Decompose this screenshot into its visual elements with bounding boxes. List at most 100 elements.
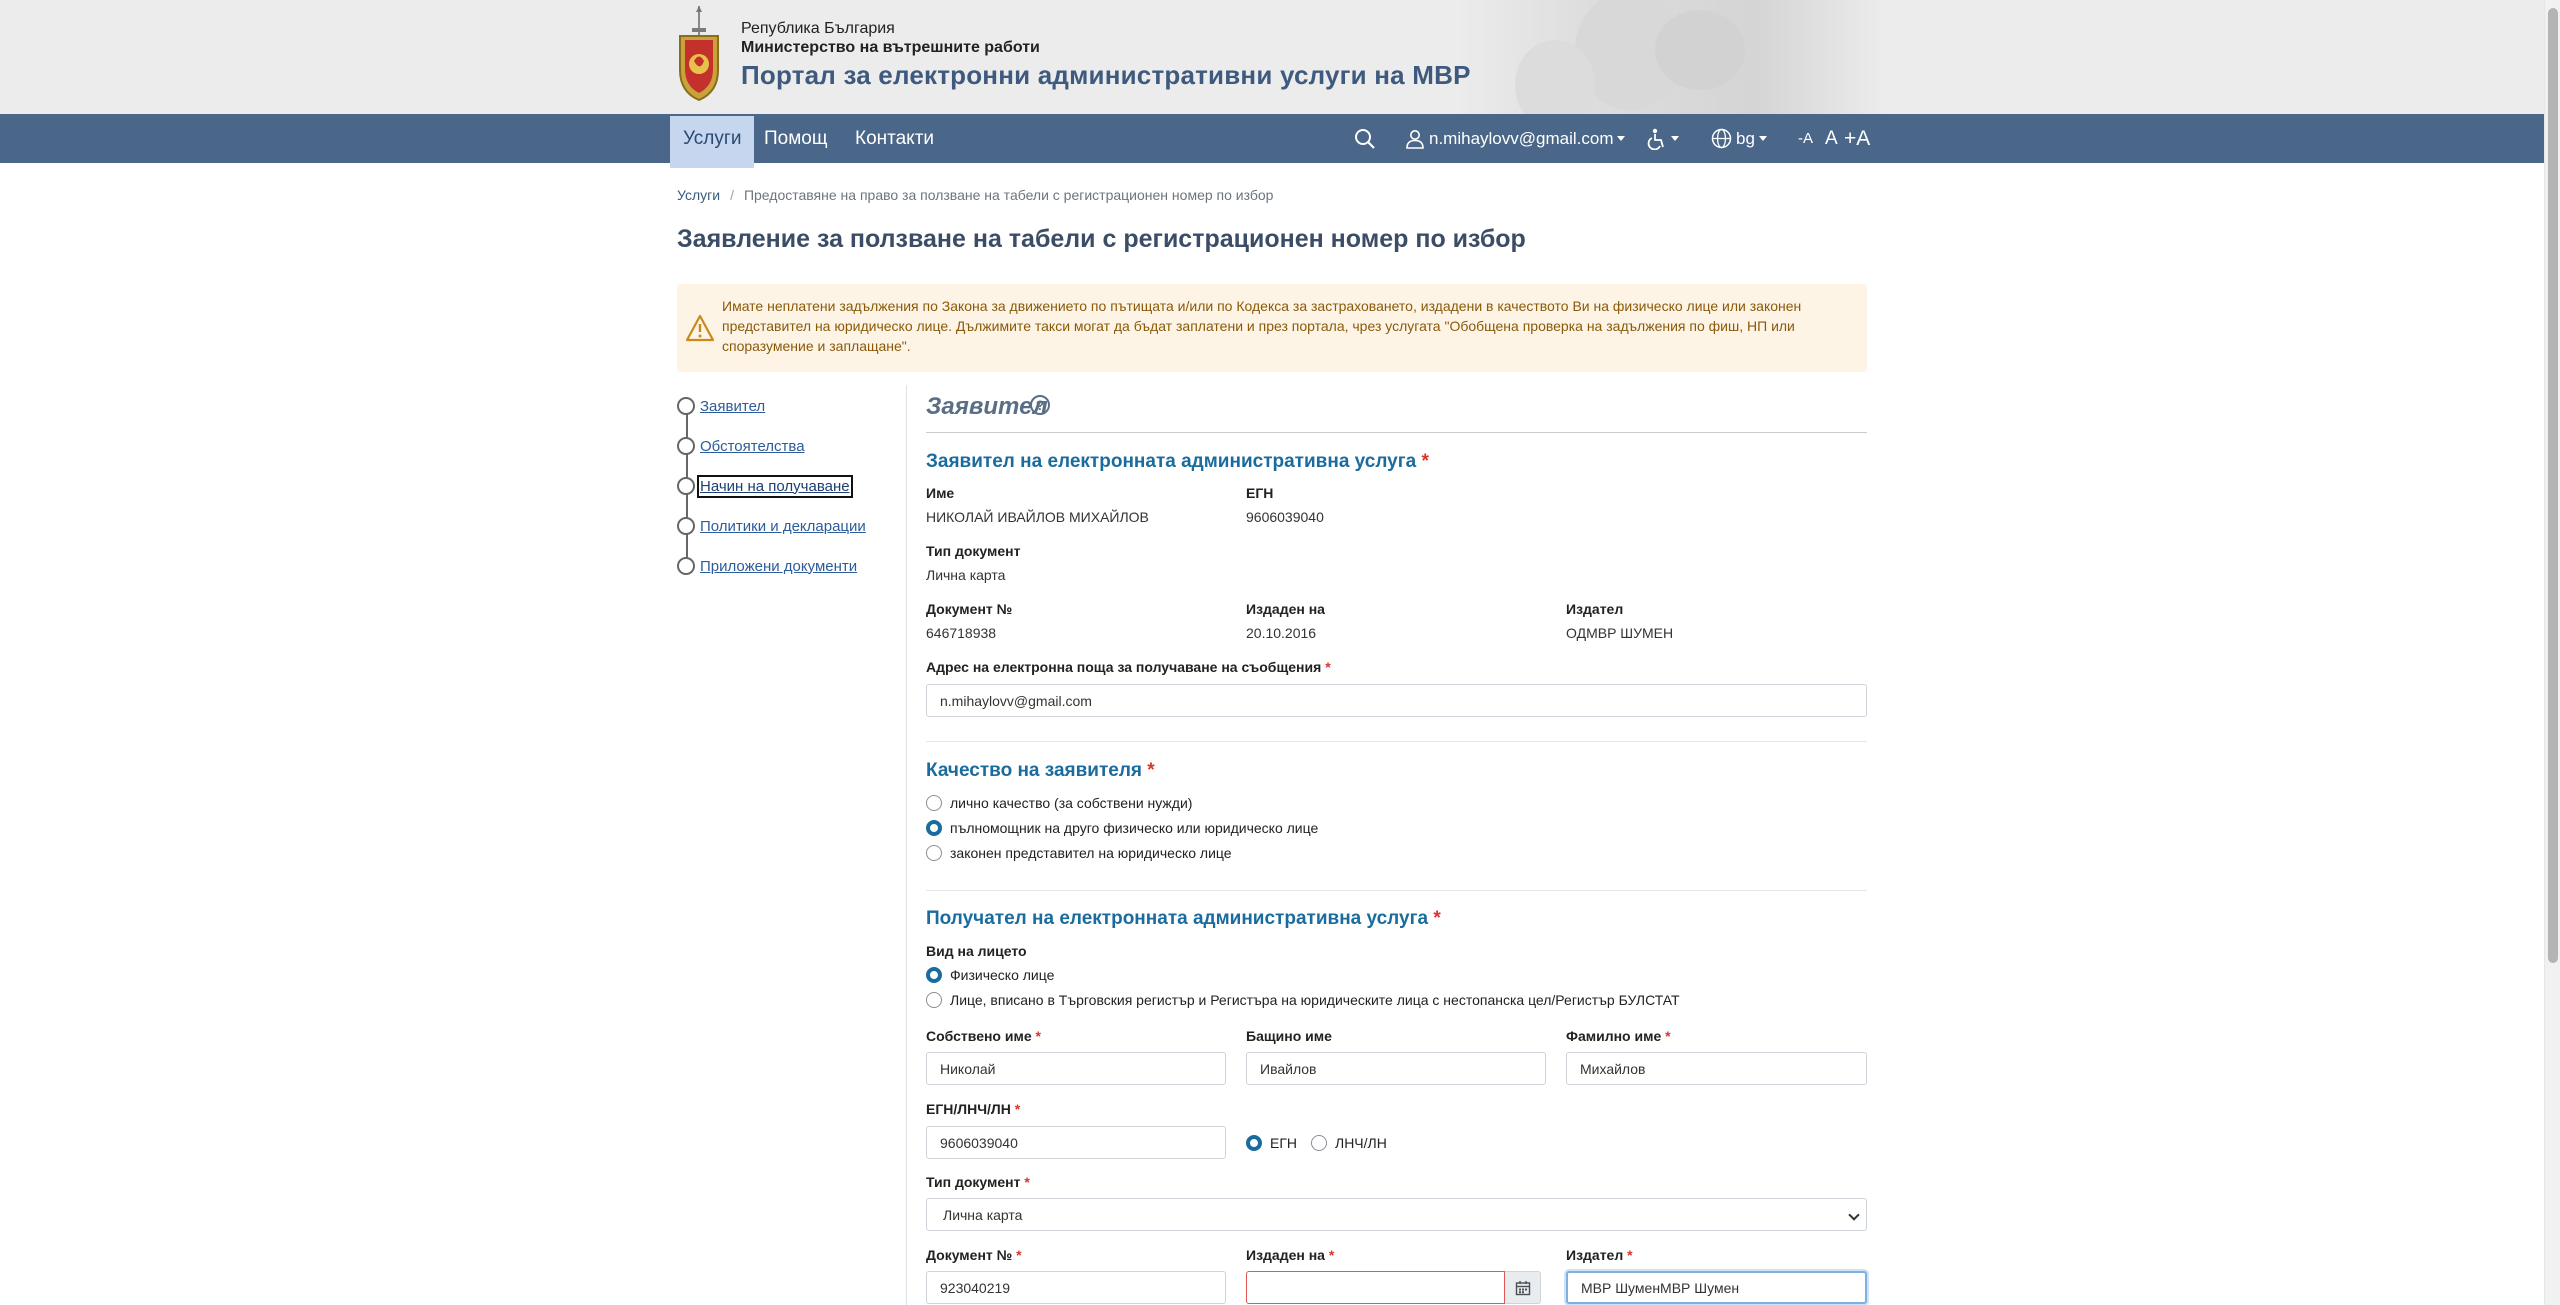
doc-type-value: Лична карта — [926, 567, 1006, 583]
globe-icon — [1711, 128, 1732, 149]
divider — [926, 890, 1867, 891]
radio-button-selected[interactable] — [1246, 1135, 1262, 1151]
chevron-down-icon — [1617, 136, 1626, 141]
quality-heading: Качество на заявителя * — [926, 760, 1155, 781]
divider — [926, 741, 1867, 742]
email-field[interactable]: n.mihaylovv@gmail.com — [926, 684, 1867, 717]
country-name: Република България — [741, 20, 895, 37]
nav-contacts[interactable]: Контакти — [855, 114, 934, 163]
middle-name-label: Бащино име — [1246, 1028, 1332, 1044]
kind-option-legal-entity[interactable]: Лице, вписано в Търговския регистър и Ре… — [926, 992, 1680, 1008]
page-scrollbar[interactable] — [2544, 0, 2560, 1305]
chevron-down-icon — [1671, 136, 1679, 141]
calendar-button[interactable] — [1505, 1271, 1541, 1304]
id-type-lnch[interactable]: ЛНЧ/ЛН — [1311, 1135, 1387, 1151]
quality-option-personal[interactable]: лично качество (за собствени нужди) — [926, 795, 1192, 811]
calendar-icon — [1515, 1280, 1530, 1295]
font-increase-button[interactable]: +A — [1844, 114, 1870, 163]
id-field[interactable]: 9606039040 — [926, 1126, 1226, 1159]
user-icon — [1406, 129, 1424, 149]
step-circle — [677, 557, 695, 575]
first-name-label: Собствено име * — [926, 1028, 1041, 1044]
breadcrumb-services-link[interactable]: Услуги — [677, 187, 720, 203]
issuer-value: ОДМВР ШУМЕН — [1566, 625, 1674, 641]
radio-button[interactable] — [1311, 1135, 1327, 1151]
ministry-name: Министерство на вътрешните работи — [741, 39, 1040, 56]
recipient-issuer-label: Издател * — [1566, 1247, 1633, 1263]
brand-block: Република България Министерство на вътре… — [741, 19, 1471, 93]
doc-no-value: 646718938 — [926, 625, 997, 641]
issuer-field[interactable]: МВР ШуменМВР Шумен — [1566, 1271, 1867, 1304]
section-divider — [926, 432, 1867, 433]
nav-services[interactable]: Услуги — [670, 116, 755, 168]
name-label: Име — [926, 485, 955, 501]
id-label: ЕГН/ЛНЧ/ЛН * — [926, 1101, 1021, 1117]
radio-button-selected[interactable] — [926, 820, 942, 836]
alert-text: Имате неплатени задължения по Закона за … — [722, 298, 1802, 354]
id-type-egn[interactable]: ЕГН — [1246, 1135, 1297, 1151]
doc-no-field[interactable]: 923040219 — [926, 1271, 1226, 1304]
main-navbar: Услуги Помощ Контакти n.mihaylovv@gmail.… — [0, 114, 2544, 168]
chevron-down-icon — [1848, 1209, 1860, 1221]
first-name-field[interactable]: Николай — [926, 1052, 1226, 1085]
portal-title[interactable]: Портал за електронни административни усл… — [741, 57, 1471, 93]
step-circle — [677, 397, 695, 415]
egn-value: 9606039040 — [1246, 509, 1324, 525]
step-circumstances[interactable]: Обстоятелства — [677, 434, 805, 458]
doc-type-select[interactable]: Лична карта — [926, 1198, 1867, 1231]
font-normal-button[interactable]: A — [1825, 114, 1838, 163]
egn-label: ЕГН — [1246, 485, 1274, 501]
site-header: Република България Министерство на вътре… — [0, 0, 2544, 114]
radio-button[interactable] — [926, 992, 942, 1008]
breadcrumb-current: Предоставяне на право за ползване на таб… — [743, 187, 1274, 203]
issued-on-label: Издаден на — [1246, 601, 1325, 617]
quality-option-proxy[interactable]: пълномощник на друго физическо или юриди… — [926, 820, 1318, 836]
recipient-issued-on-label: Издаден на * — [1246, 1247, 1335, 1263]
recipient-doc-no-label: Документ № * — [926, 1247, 1022, 1263]
accessibility-menu[interactable] — [1647, 114, 1679, 163]
issued-on-value: 20.10.2016 — [1246, 625, 1317, 641]
step-circle — [677, 477, 695, 495]
search-icon[interactable] — [1354, 114, 1376, 163]
step-policies[interactable]: Политики и декларации — [677, 514, 866, 538]
step-applicant[interactable]: Заявител — [677, 394, 765, 418]
header-background-lion — [1455, 0, 1885, 114]
chevron-down-icon — [1758, 136, 1767, 141]
email-label: Адрес на електронна поща за получаване н… — [926, 659, 1331, 675]
nav-help[interactable]: Помощ — [764, 114, 828, 163]
mvr-coat-of-arms-logo[interactable] — [676, 6, 722, 102]
step-delivery-method[interactable]: Начин на получаване — [677, 474, 853, 498]
radio-button-selected[interactable] — [926, 967, 942, 983]
step-circle — [677, 437, 695, 455]
radio-button[interactable] — [926, 845, 942, 861]
name-value: НИКОЛАЙ ИВАЙЛОВ МИХАЙЛОВ — [926, 509, 1149, 525]
warning-icon — [685, 314, 715, 342]
language-code: bg — [1736, 128, 1755, 148]
sidebar-divider — [906, 385, 907, 1305]
scrollbar-thumb[interactable] — [2548, 8, 2558, 963]
breadcrumb: Услуги / Предоставяне на право за ползване… — [677, 187, 1274, 203]
page-title: Заявление за ползване на табели с регист… — [677, 225, 1526, 253]
user-menu[interactable]: n.mihaylovv@gmail.com — [1405, 114, 1626, 163]
accessibility-icon — [1647, 128, 1664, 150]
last-name-label: Фамилно име * — [1566, 1028, 1671, 1044]
recipient-heading: Получател на електронната административн… — [926, 908, 1441, 929]
doc-no-label: Документ № — [926, 601, 1013, 617]
quality-option-legal-rep[interactable]: законен представител на юридическо лице — [926, 845, 1232, 861]
issued-on-date-field[interactable] — [1246, 1271, 1505, 1304]
issuer-label: Издател — [1566, 601, 1624, 617]
person-kind-label: Вид на лицето — [926, 943, 1027, 959]
language-menu[interactable]: bg — [1711, 114, 1767, 163]
font-decrease-button[interactable]: -A — [1798, 114, 1813, 163]
step-attached-documents[interactable]: Приложени документи — [677, 554, 857, 578]
radio-button[interactable] — [926, 795, 942, 811]
warning-alert: Имате неплатени задължения по Закона за … — [677, 284, 1867, 372]
help-icon[interactable]: ? — [1030, 395, 1050, 415]
applicant-heading: Заявител на електронната административна… — [926, 451, 1429, 472]
doc-type-label: Тип документ — [926, 543, 1021, 559]
middle-name-field[interactable]: Ивайлов — [1246, 1052, 1546, 1085]
user-email: n.mihaylovv@gmail.com — [1429, 128, 1614, 148]
kind-option-natural-person[interactable]: Физическо лице — [926, 967, 1054, 983]
recipient-doc-type-label: Тип документ * — [926, 1174, 1030, 1190]
last-name-field[interactable]: Михайлов — [1566, 1052, 1867, 1085]
